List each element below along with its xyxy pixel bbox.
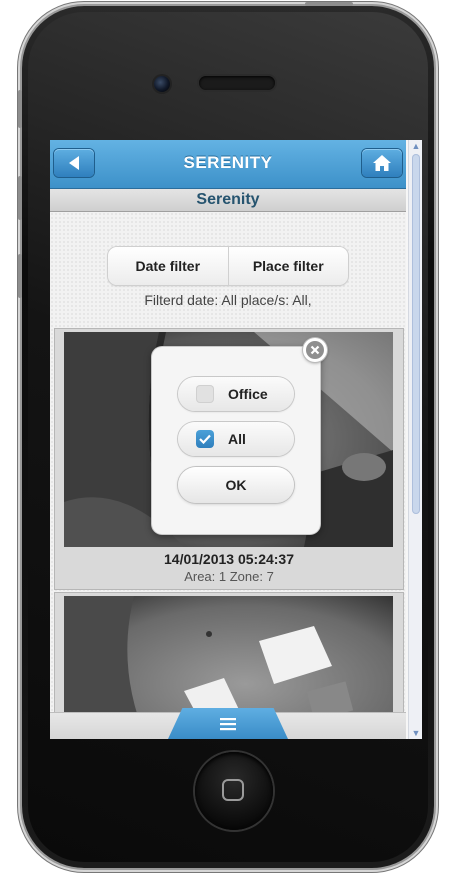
checked-checkbox-icon[interactable] [196, 430, 214, 448]
volume-down-button [18, 254, 22, 298]
place-option-label: Office [228, 386, 268, 402]
filter-status-text: Filterd date: All place/s: All, [144, 292, 312, 308]
scroll-up-arrow-icon[interactable]: ▲ [409, 140, 422, 152]
home-icon [373, 155, 391, 171]
unchecked-checkbox-icon[interactable] [196, 385, 214, 403]
ok-button[interactable]: OK [178, 467, 294, 503]
app-header: SERENITY [50, 140, 406, 189]
menu-icon [220, 717, 236, 730]
page-subheader: Serenity [50, 189, 406, 212]
close-icon [306, 341, 324, 359]
event-location: Area: 1 Zone: 7 [184, 569, 274, 584]
page-title: Serenity [196, 191, 260, 208]
place-filter-button[interactable]: Place filter [227, 247, 349, 285]
front-camera [154, 76, 170, 92]
date-filter-button[interactable]: Date filter [108, 247, 228, 285]
silent-switch [18, 90, 22, 128]
place-filter-popup: Office All OK [152, 347, 320, 534]
filter-button-group: Date filter Place filter [108, 247, 348, 285]
app-screen: SERENITY Serenity Date filter Place filt… [50, 140, 422, 739]
scrollbar-thumb[interactable] [412, 154, 420, 514]
home-button-square-icon [222, 779, 244, 801]
close-popup-button[interactable] [303, 338, 327, 362]
home-button[interactable] [362, 149, 402, 177]
place-option-office[interactable]: Office [178, 377, 294, 411]
app-title: SERENITY [183, 153, 273, 172]
menu-button[interactable] [168, 708, 288, 739]
place-option-label: All [228, 431, 246, 447]
checkmark-icon [199, 434, 211, 444]
vertical-scrollbar[interactable]: ▲ ▼ [408, 140, 422, 739]
event-timestamp: 14/01/2013 05:24:37 [164, 551, 294, 567]
place-option-all[interactable]: All [178, 422, 294, 456]
volume-up-button [18, 176, 22, 220]
scroll-down-arrow-icon[interactable]: ▼ [409, 727, 422, 739]
earpiece-speaker [199, 76, 275, 90]
power-button [305, 2, 353, 6]
